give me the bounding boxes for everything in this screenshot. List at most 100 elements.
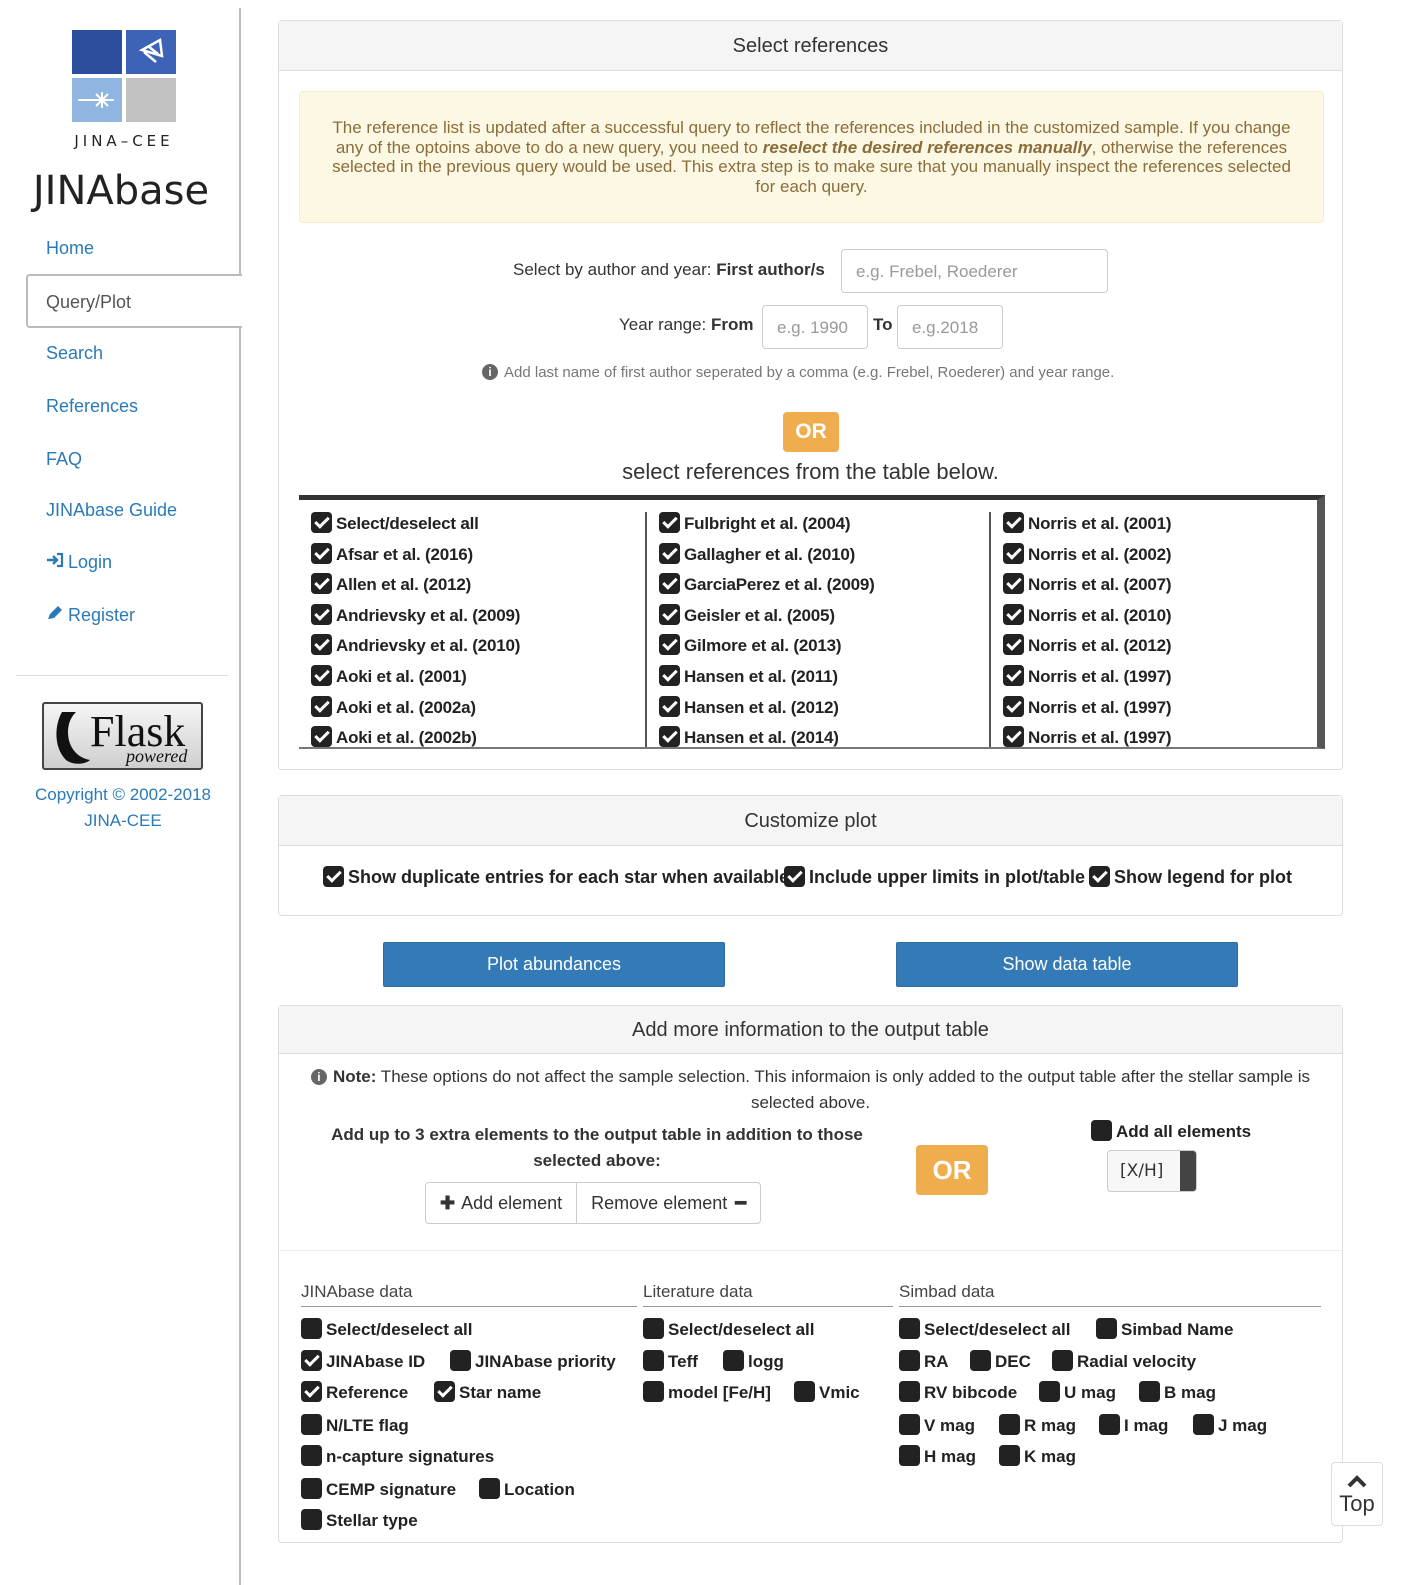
jinabase-select-all[interactable]: Select/deselect all [301,1318,472,1340]
i-mag-option[interactable]: I mag [1099,1414,1168,1436]
ra-option[interactable]: RA [899,1350,949,1372]
checkbox[interactable] [301,1509,322,1530]
j-mag-option[interactable]: J mag [1193,1414,1267,1436]
simbad-select-all[interactable]: Select/deselect all [899,1318,1070,1340]
nav-login[interactable]: Login [46,552,112,573]
vmic-option[interactable]: Vmic [794,1381,860,1403]
checkbox[interactable] [301,1350,322,1371]
nav-references[interactable]: References [46,396,138,417]
checkbox[interactable] [999,1445,1020,1466]
checkbox[interactable] [479,1478,500,1499]
checkbox[interactable] [999,1414,1020,1435]
upper-limits-checkbox[interactable] [784,866,805,887]
reference-option[interactable]: Norris et al. (2010) [991,603,1317,635]
reference-option[interactable]: Geisler et al. (2005) [647,603,987,635]
nav-home[interactable]: Home [46,238,94,259]
radial-velocity-option[interactable]: Radial velocity [1052,1350,1196,1372]
reference-option[interactable]: GarciaPerez et al. (2009) [647,573,987,604]
jinabase-id-option[interactable]: JINAbase ID [301,1350,425,1372]
logg-option[interactable]: logg [723,1350,784,1372]
add-all-elements-option[interactable]: Add all elements [1091,1120,1251,1142]
references-table[interactable]: Select/deselect all Afsar et al. (2016) Al… [299,495,1325,749]
checkbox[interactable] [970,1350,991,1371]
checkbox[interactable] [899,1414,920,1435]
checkbox[interactable] [899,1445,920,1466]
cemp-option[interactable]: CEMP signature [301,1478,456,1500]
stellar-type-option[interactable]: Stellar type [301,1509,418,1531]
flask-powered-badge[interactable]: Flask powered [42,702,203,770]
checkbox[interactable] [643,1318,664,1339]
reference-option[interactable]: Aoki et al. (2002b) [299,726,641,747]
checkbox[interactable] [899,1381,920,1402]
reference-option[interactable]: Fulbright et al. (2004) [647,512,987,543]
jinabase-priority-option[interactable]: JINAbase priority [450,1350,616,1372]
reference-checkbox[interactable] [659,573,680,595]
checkbox[interactable] [1193,1414,1214,1435]
checkbox[interactable] [723,1350,744,1371]
reference-checkbox[interactable] [1003,542,1024,564]
reference-option[interactable]: Norris et al. (1997) [991,695,1317,727]
ncapture-option[interactable]: n-capture signatures [301,1445,494,1467]
reference-checkbox[interactable] [311,664,332,686]
reference-option[interactable]: Allen et al. (2012) [299,573,641,604]
checkbox[interactable] [450,1350,471,1371]
reference-option[interactable]: Norris et al. (2002) [991,542,1317,574]
model-feh-option[interactable]: model [Fe/H] [643,1381,771,1403]
show-data-table-button[interactable]: Show data table [896,942,1238,987]
reference-checkbox[interactable] [1003,512,1024,533]
reference-option[interactable]: Aoki et al. (2002a) [299,695,641,727]
h-mag-option[interactable]: H mag [899,1445,976,1467]
checkbox[interactable] [301,1414,322,1435]
reference-option[interactable]: Hansen et al. (2014) [647,726,987,747]
reference-checkbox[interactable] [659,664,680,686]
reference-option[interactable]: Gallagher et al. (2010) [647,542,987,574]
reference-option[interactable]: Norris et al. (2001) [991,512,1317,543]
reference-checkbox[interactable] [311,726,332,747]
reference-checkbox[interactable] [659,603,680,625]
reference-checkbox[interactable] [1003,664,1024,686]
reference-option[interactable]: Andrievsky et al. (2010) [299,634,641,665]
reference-checkbox[interactable] [659,512,680,533]
brand-title[interactable]: JINAbase [0,168,242,214]
back-to-top-button[interactable]: Top [1331,1462,1383,1526]
checkbox[interactable] [301,1381,322,1402]
reference-checkbox[interactable] [659,634,680,656]
show-duplicates-option[interactable]: Show duplicate entries for each star whe… [323,866,789,888]
reference-option[interactable]: Afsar et al. (2016) [299,542,641,574]
reference-option[interactable]: Norris et al. (2007) [991,573,1317,604]
reference-checkbox[interactable] [311,603,332,625]
reference-checkbox[interactable] [1003,573,1024,595]
checkbox[interactable] [1139,1381,1160,1402]
upper-limits-option[interactable]: Include upper limits in plot/table [784,866,1085,888]
reference-checkbox[interactable] [311,573,332,595]
copyright-line2[interactable]: JINA-CEE [10,808,236,834]
show-legend-option[interactable]: Show legend for plot [1089,866,1292,888]
reference-option[interactable]: Select/deselect all [299,512,641,543]
reference-option[interactable]: Norris et al. (1997) [991,726,1317,747]
reference-checkbox[interactable] [311,542,332,564]
checkbox[interactable] [301,1445,322,1466]
checkbox[interactable] [1039,1381,1060,1402]
checkbox[interactable] [643,1350,664,1371]
reference-checkbox[interactable] [1003,634,1024,656]
reference-option[interactable]: Aoki et al. (2001) [299,664,641,696]
add-element-button[interactable]: ✚ Add element [426,1183,576,1223]
element-ratio-select[interactable]: [X/H] [1107,1150,1197,1192]
reference-checkbox[interactable] [1003,726,1024,747]
k-mag-option[interactable]: K mag [999,1445,1076,1467]
star-name-option[interactable]: Star name [434,1381,541,1403]
plot-abundances-button[interactable]: Plot abundances [383,942,725,987]
nav-faq[interactable]: FAQ [46,449,82,470]
reference-option[interactable]: Gilmore et al. (2013) [647,634,987,665]
nav-guide[interactable]: JINAbase Guide [46,500,177,521]
checkbox[interactable] [434,1381,455,1402]
first-author-input[interactable]: e.g. Frebel, Roederer [841,249,1108,293]
teff-option[interactable]: Teff [643,1350,698,1372]
b-mag-option[interactable]: B mag [1139,1381,1216,1403]
checkbox[interactable] [1099,1414,1120,1435]
v-mag-option[interactable]: V mag [899,1414,975,1436]
remove-element-button[interactable]: Remove element ━ [576,1183,760,1223]
reference-option[interactable]: Hansen et al. (2011) [647,664,987,696]
reference-checkbox[interactable] [659,542,680,564]
reference-checkbox[interactable] [311,695,332,717]
